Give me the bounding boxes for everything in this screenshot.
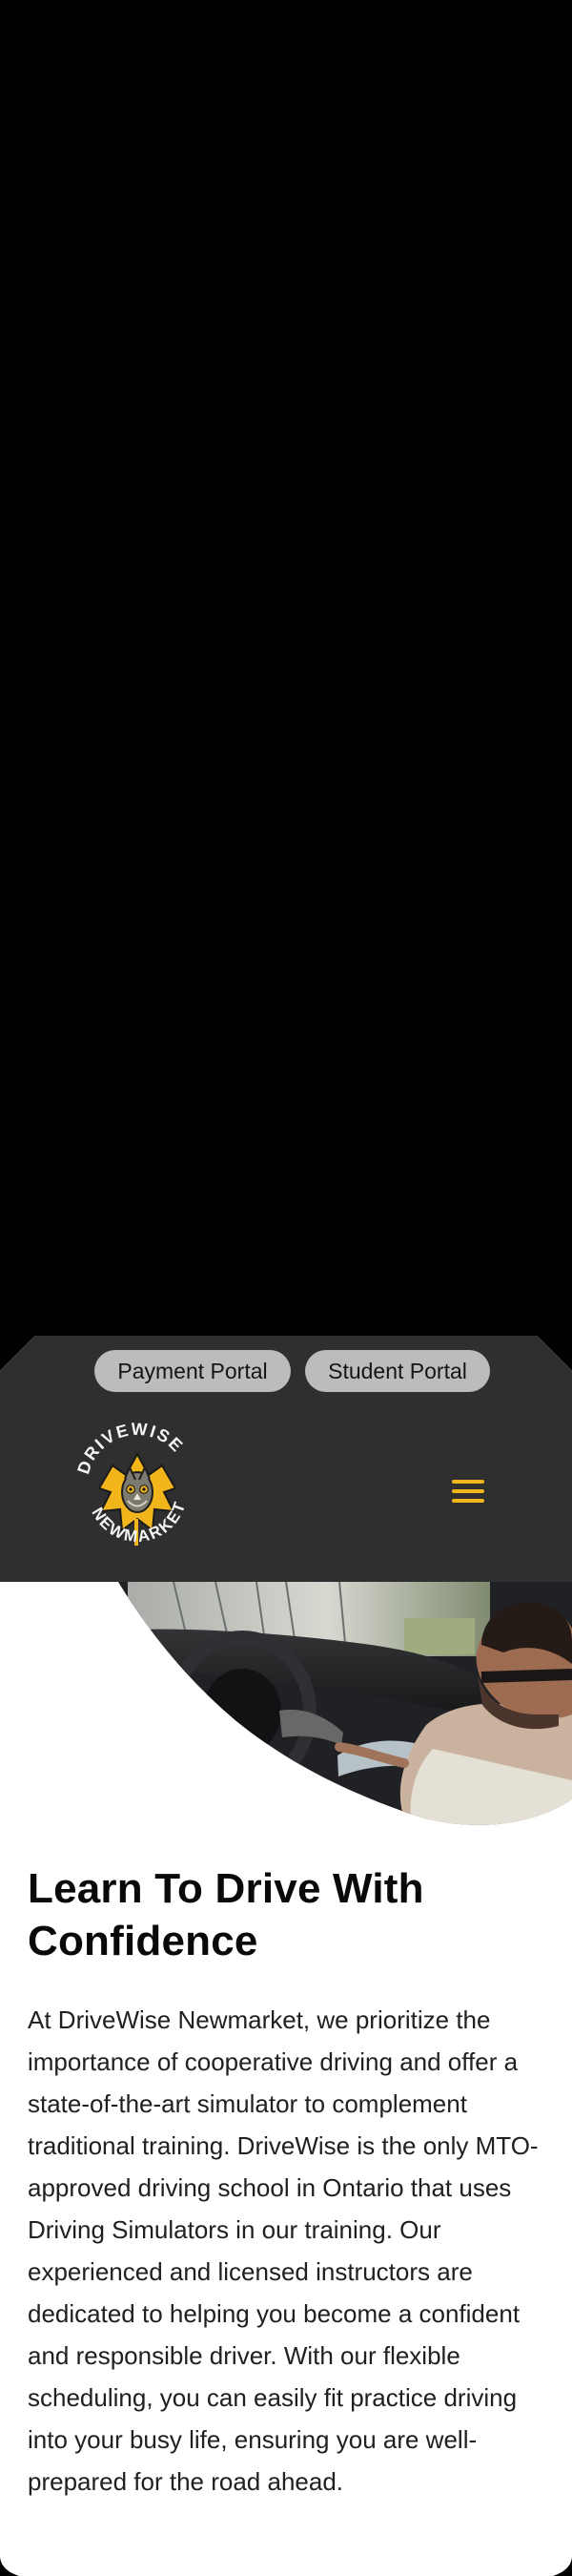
driving-lesson-photo <box>0 1582 572 1836</box>
main-content: Learn To Drive With Confidence At DriveW… <box>0 1836 572 2576</box>
bottom-black-corners <box>0 2557 572 2576</box>
menu-line-3 <box>452 1499 484 1503</box>
menu-line-2 <box>452 1489 484 1493</box>
intro-paragraph: At DriveWise Newmarket, we prioritize th… <box>28 2005 539 2496</box>
drivewise-logo[interactable]: DRIVEWISE NEWMARKET <box>72 1414 202 1567</box>
site-header: DRIVEWISE NEWMARKET <box>0 1401 572 1582</box>
portal-bar: Payment Portal Student Portal <box>0 1336 572 1401</box>
student-portal-button[interactable]: Student Portal <box>305 1350 490 1392</box>
hero-image <box>0 1582 572 1836</box>
page-title: Learn To Drive With Confidence <box>28 1865 424 1964</box>
menu-line-1 <box>452 1480 484 1484</box>
page-frame: Payment Portal Student Portal DRIVEWISE … <box>0 0 572 2576</box>
payment-portal-button[interactable]: Payment Portal <box>94 1350 291 1392</box>
hamburger-menu-icon[interactable] <box>452 1480 484 1503</box>
